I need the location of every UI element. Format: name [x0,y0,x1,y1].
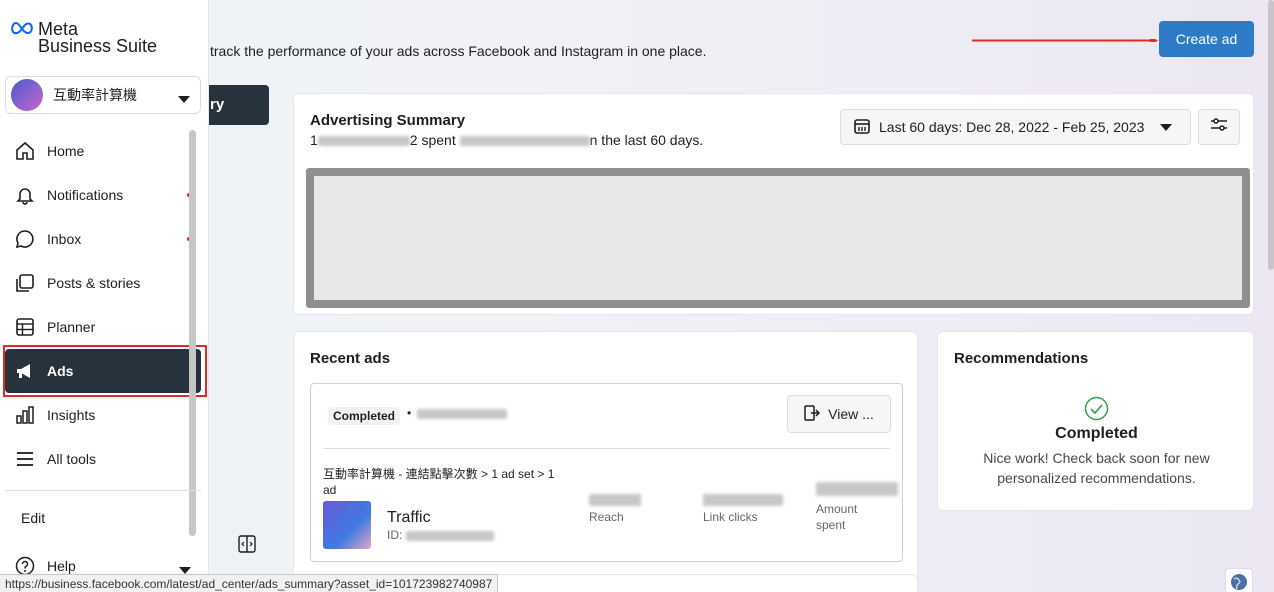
annotation-arrow [972,39,1158,42]
hamburger-menu-icon [15,449,35,469]
browser-status-url: https://business.facebook.com/latest/ad_… [0,574,499,592]
sidebar-item-label: Planner [47,319,96,335]
redacted-text [459,136,590,147]
recommendations-card: Recommendations Completed Nice work! Che… [937,331,1254,511]
chevron-down-icon [1160,119,1173,135]
summary-sub-mid: 2 spent [409,132,456,148]
view-ad-button[interactable]: View ... [787,395,891,433]
bar-chart-icon [15,405,35,425]
recent-ads-title: Recent ads [310,350,391,367]
redacted-text [405,530,494,541]
redacted-amount-value [816,482,898,496]
campaign-path[interactable]: 互動率計算機 - 連結點擊次數 > 1 ad set > 1 ad [323,466,563,498]
sidebar-item-planner[interactable]: Planner [5,305,201,349]
calendar-grid-icon [15,317,35,337]
summary-subtitle: 1 2 spent n the last 60 days. [310,132,703,148]
create-ad-button[interactable]: Create ad [1159,21,1254,57]
sidebar: Meta Business Suite 互動率計算機 Home Notifica… [0,0,209,592]
edit-nav-button[interactable]: Edit [21,510,45,526]
summary-sub-suffix: n the last 60 days. [589,132,704,148]
filter-settings-button[interactable] [1198,109,1240,145]
header-tab-button[interactable]: ry [200,85,269,125]
globe-icon[interactable] [1225,568,1253,592]
avatar [11,79,43,111]
sidebar-item-home[interactable]: Home [5,129,201,173]
sidebar-item-label: Home [47,143,85,159]
amount-spent-label: Amount spent [816,502,858,532]
ad-id-label: ID: [387,528,403,542]
sidebar-item-label: Notifications [47,187,124,203]
page-intro-text: track the performance of your ads across… [210,43,707,59]
link-clicks-label: Link clicks [703,510,758,524]
divider [5,490,201,491]
bell-icon [15,185,35,205]
recommendations-message: Nice work! Check back soon for new perso… [983,450,1210,486]
calendar-icon [853,117,871,138]
ad-entry[interactable]: Completed • View ... 互動率計算機 - 連結點擊次數 > 1… [310,383,903,562]
sidebar-item-notifications[interactable]: Notifications [5,173,201,217]
meta-infinity-icon [10,21,34,40]
ad-id: ID: [387,528,494,542]
summary-sub-prefix: 1 [310,132,318,148]
ad-objective: Traffic [387,509,431,526]
sidebar-nav: Home Notifications Inbox Posts & stories… [5,129,201,481]
account-name: 互動率計算機 [53,87,137,103]
help-label: Help [47,558,76,574]
sliders-icon [1210,117,1228,137]
date-range-label: Last 60 days: Dec 28, 2022 - Feb 25, 202… [879,119,1145,135]
advertising-summary-card: Advertising Summary 1 2 spent n the last … [293,93,1254,315]
sidebar-item-all-tools[interactable]: All tools [5,437,201,481]
home-icon [15,141,35,161]
sidebar-item-label: Insights [47,407,96,423]
redacted-text [317,136,410,147]
question-circle-icon [15,556,35,576]
open-view-icon [804,404,821,424]
main-scrollbar[interactable] [1268,0,1274,270]
account-selector[interactable]: 互動率計算機 [5,76,201,114]
posts-icon [15,273,35,293]
bullet-separator: • [407,406,412,420]
redacted-text [417,409,507,419]
recommendations-title: Recommendations [954,350,1089,367]
collapse-sidebar-icon[interactable] [238,535,256,558]
divider [323,448,890,449]
annotation-highlight-box [3,345,207,397]
status-badge: Completed [328,407,401,425]
sidebar-item-inbox[interactable]: Inbox [5,217,201,261]
sidebar-item-insights[interactable]: Insights [5,393,201,437]
logo-text: Meta Business Suite [38,20,158,56]
redacted-reach-value [589,494,641,506]
view-button-label: View ... [828,406,874,422]
meta-business-suite-logo[interactable]: Meta Business Suite [10,20,158,56]
chevron-down-icon [178,91,190,107]
sidebar-scrollbar[interactable] [189,130,196,536]
redacted-link-clicks-value [703,494,783,506]
ad-thumbnail [323,501,371,549]
logo-line-2: Business Suite [38,36,158,56]
sidebar-item-posts-stories[interactable]: Posts & stories [5,261,201,305]
summary-title: Advertising Summary [310,112,466,129]
recommendations-status: Completed [1055,425,1138,442]
chat-bubble-icon [15,229,35,249]
check-circle-icon [1084,396,1109,426]
sidebar-item-label: All tools [47,451,97,467]
sidebar-item-label: Inbox [47,231,82,247]
reach-label: Reach [589,510,624,524]
recent-ads-card: Recent ads Completed • View ... 互動率計算機 -… [293,331,918,592]
date-range-selector[interactable]: Last 60 days: Dec 28, 2022 - Feb 25, 202… [840,109,1191,145]
redacted-summary-chart [306,168,1250,308]
sidebar-item-label: Posts & stories [47,275,141,291]
